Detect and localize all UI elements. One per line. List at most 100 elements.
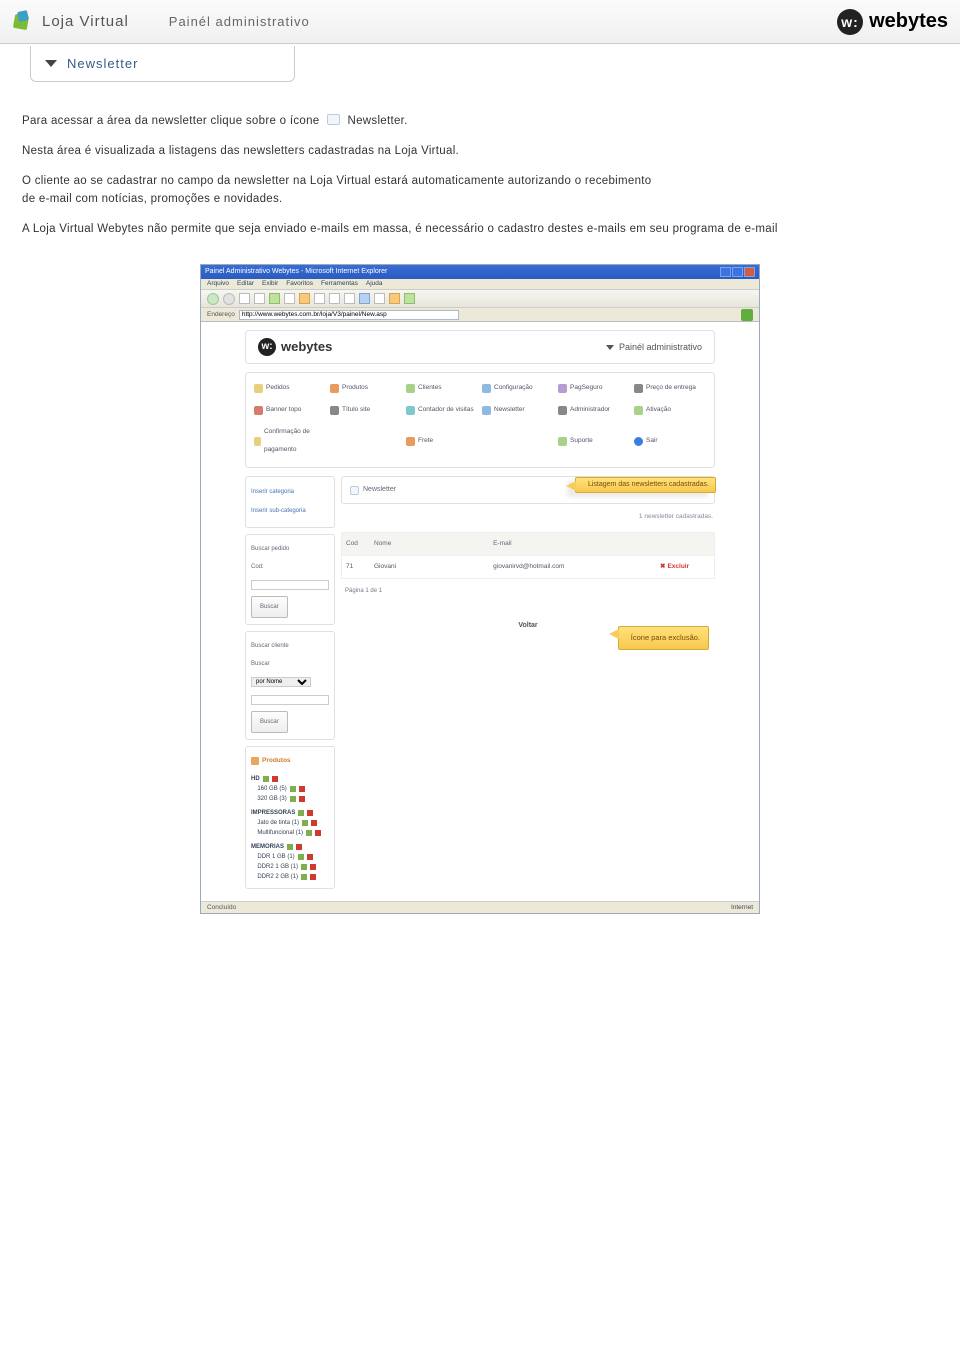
- delete-icon[interactable]: [310, 864, 316, 870]
- delete-button[interactable]: Excluir: [660, 558, 710, 576]
- minimize-icon[interactable]: [720, 267, 731, 277]
- buscar-pedido-button[interactable]: Buscar: [251, 596, 288, 618]
- delete-icon[interactable]: [307, 854, 313, 860]
- tree-cat-hd[interactable]: HD: [251, 774, 329, 784]
- chevron-down-icon: [45, 60, 57, 67]
- delete-icon[interactable]: [299, 796, 305, 802]
- status-left: Concluído: [207, 899, 236, 917]
- menu-confpag[interactable]: Confirmação de pagamento: [254, 423, 326, 459]
- sub-label: DDR2 1 GB (1): [257, 862, 298, 872]
- edit-icon[interactable]: [290, 786, 296, 792]
- edit-icon[interactable]: [290, 796, 296, 802]
- menu-ativacao[interactable]: Ativação: [634, 401, 706, 419]
- delete-icon[interactable]: [299, 786, 305, 792]
- maximize-icon[interactable]: [732, 267, 743, 277]
- address-input[interactable]: [239, 310, 459, 320]
- p1-a: Para acessar a área da newsletter clique…: [22, 115, 319, 127]
- menu-config[interactable]: Configuração: [482, 379, 554, 397]
- menu-pagseguro[interactable]: PagSeguro: [558, 379, 630, 397]
- menu-sair[interactable]: Sair: [634, 423, 706, 459]
- favorites-icon[interactable]: [299, 293, 310, 304]
- history-icon[interactable]: [314, 293, 325, 304]
- tree-sub[interactable]: 320 GB (3): [251, 794, 329, 804]
- table-head: Cod Nome E-mail: [342, 533, 714, 555]
- tree-cat-mem[interactable]: MEMORIAS: [251, 842, 329, 852]
- menu-item[interactable]: Exibir: [262, 275, 278, 293]
- delete-icon[interactable]: [296, 844, 302, 850]
- delete-icon[interactable]: [315, 830, 321, 836]
- link-insert-category[interactable]: Inserir categoria: [251, 483, 329, 501]
- edit-icon[interactable]: [302, 820, 308, 826]
- back-icon[interactable]: [207, 293, 219, 305]
- edit-icon[interactable]: [301, 874, 307, 880]
- panel-body: Inserir categoria Inserir sub-categoria …: [245, 476, 715, 895]
- edit-icon[interactable]: [359, 293, 370, 304]
- menu-item[interactable]: Arquivo: [207, 275, 229, 293]
- forward-icon[interactable]: [223, 293, 235, 305]
- menu-label: Frete: [418, 432, 433, 450]
- section-tab-label: Newsletter: [363, 481, 396, 499]
- edit-icon[interactable]: [287, 844, 293, 850]
- tree-cat-impr[interactable]: IMPRESSORAS: [251, 808, 329, 818]
- menu-entrega[interactable]: Preço de entrega: [634, 379, 706, 397]
- refresh-icon[interactable]: [254, 293, 265, 304]
- sidebar-box-produtos: Produtos HD 160 GB (5) 320 GB (3) IMPRES…: [245, 746, 335, 889]
- menu-item[interactable]: Ferramentas: [321, 275, 358, 293]
- admin-panel: w: webytes Painél administrativo Pedidos…: [245, 330, 715, 895]
- go-icon[interactable]: [741, 309, 753, 321]
- menu-clientes[interactable]: Clientes: [406, 379, 478, 397]
- main-pane: Newsletter Listagem das newsletters cada…: [341, 476, 715, 895]
- delete-icon[interactable]: [272, 776, 278, 782]
- menu-icon: [634, 437, 643, 446]
- buscar-cliente-select[interactable]: por Nome: [251, 677, 311, 687]
- edit-icon[interactable]: [298, 810, 304, 816]
- menu-item[interactable]: Editar: [237, 275, 254, 293]
- menu-label: Suporte: [570, 432, 593, 450]
- edit-icon[interactable]: [301, 864, 307, 870]
- delete-icon[interactable]: [310, 874, 316, 880]
- top-menu-grid: Pedidos Produtos Clientes Configuração P…: [245, 372, 715, 468]
- menu-banner[interactable]: Banner topo: [254, 401, 326, 419]
- section-chip[interactable]: Newsletter: [30, 46, 295, 82]
- stop-icon[interactable]: [239, 293, 250, 304]
- delete-icon[interactable]: [307, 810, 313, 816]
- research-icon[interactable]: [389, 293, 400, 304]
- print-icon[interactable]: [344, 293, 355, 304]
- mail-icon[interactable]: [329, 293, 340, 304]
- search-icon[interactable]: [284, 293, 295, 304]
- menu-item[interactable]: Ajuda: [366, 275, 383, 293]
- link-insert-subcategory[interactable]: Inserir sub-categoria: [251, 502, 329, 520]
- menu-titulo[interactable]: Título site: [330, 401, 402, 419]
- close-icon[interactable]: [744, 267, 755, 277]
- cod-input[interactable]: [251, 580, 329, 590]
- edit-icon[interactable]: [306, 830, 312, 836]
- home-icon[interactable]: [269, 293, 280, 304]
- tree-sub[interactable]: DDR2 2 GB (1): [251, 872, 329, 882]
- edit-icon[interactable]: [263, 776, 269, 782]
- menu-pedidos[interactable]: Pedidos: [254, 379, 326, 397]
- menu-contador[interactable]: Contador de visitas: [406, 401, 478, 419]
- buscar-cliente-button[interactable]: Buscar: [251, 711, 288, 733]
- brand-right: w: webytes: [837, 9, 948, 35]
- tree-sub[interactable]: 160 GB (5): [251, 784, 329, 794]
- tree-sub[interactable]: Jato de tinta (1): [251, 818, 329, 828]
- menu-admin[interactable]: Administrador: [558, 401, 630, 419]
- menu-icon: [634, 384, 643, 393]
- cliente-input[interactable]: [251, 695, 329, 705]
- tree-sub[interactable]: DDR2 1 GB (1): [251, 862, 329, 872]
- edit-icon[interactable]: [298, 854, 304, 860]
- menu-suporte[interactable]: Suporte: [558, 423, 630, 459]
- messenger-icon[interactable]: [404, 293, 415, 304]
- delete-icon[interactable]: [311, 820, 317, 826]
- tree-sub[interactable]: DDR 1 GB (1): [251, 852, 329, 862]
- menu-newsletter[interactable]: Newsletter: [482, 401, 554, 419]
- discuss-icon[interactable]: [374, 293, 385, 304]
- menu-label: Pedidos: [266, 379, 290, 397]
- page-viewport: w: webytes Painél administrativo Pedidos…: [201, 322, 759, 901]
- tree-sub[interactable]: Multifuncional (1): [251, 828, 329, 838]
- menu-frete[interactable]: Frete: [406, 423, 478, 459]
- menu-item[interactable]: Favoritos: [286, 275, 313, 293]
- brand-circle-icon: w:: [837, 9, 863, 35]
- menu-icon: [330, 406, 339, 415]
- menu-produtos[interactable]: Produtos: [330, 379, 402, 397]
